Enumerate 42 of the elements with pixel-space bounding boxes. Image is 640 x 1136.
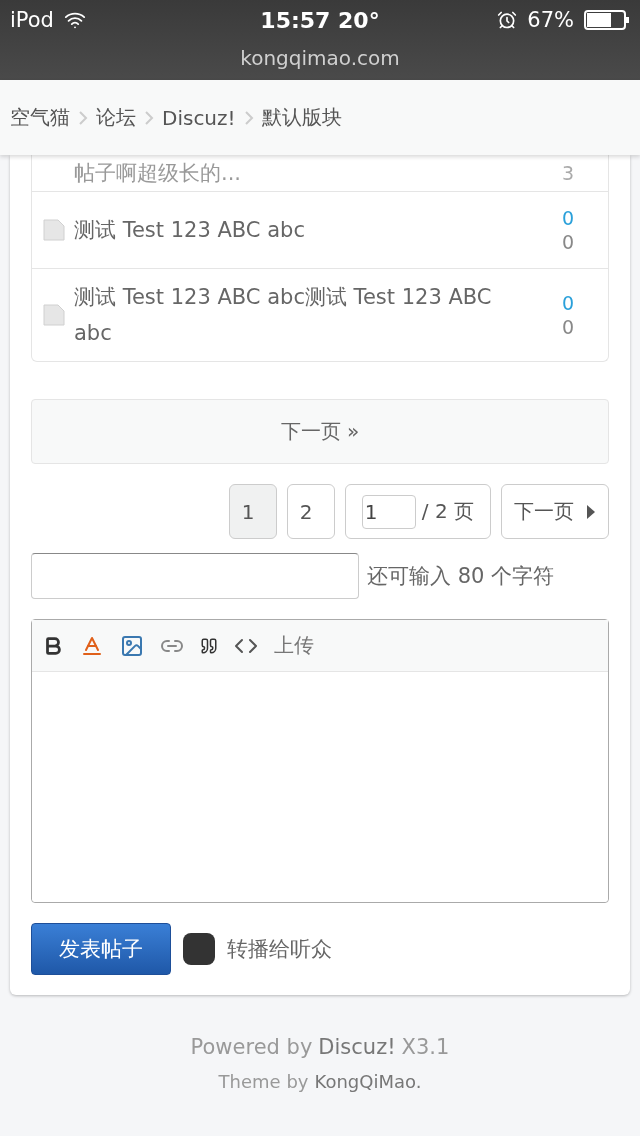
thread-title[interactable]: 测试 Test 123 ABC abc [74,212,524,248]
breadcrumb-link[interactable]: 默认版块 [261,104,342,131]
char-limit-hint: 还可输入 80 个字符 [367,563,555,590]
theme-by-text: Theme by [218,1071,309,1092]
alarm-icon [497,10,518,30]
discuz-link[interactable]: Discuz! [318,1035,396,1059]
submit-button[interactable]: 发表帖子 [31,923,171,975]
page-button[interactable]: 1 [228,484,277,539]
powered-by-text: Powered by [190,1035,313,1059]
chevron-icon [243,109,254,126]
page-total: / 2 页 [421,498,474,525]
chevron-icon [144,109,154,126]
view-count: 0 [561,315,575,339]
next-page-button[interactable]: 下一页 [501,484,609,539]
image-icon[interactable] [120,633,144,658]
reply-count: 0 [561,206,575,230]
broadcast-checkbox[interactable] [183,933,215,965]
theme-author-link[interactable]: KongQiMao. [314,1071,422,1092]
next-page-button[interactable]: 下一页 » [31,399,609,464]
view-count: 0 [561,230,575,254]
status-time: 15:57 20° [260,7,380,33]
breadcrumb-link[interactable]: 空气猫 [10,104,70,131]
view-count: 3 [561,161,575,185]
upload-button[interactable]: 上传 [274,632,314,659]
version-text: X3.1 [401,1035,450,1059]
battery-percent: 67% [527,8,574,32]
page-input[interactable]: 1 [361,494,416,529]
triangle-icon [586,503,596,520]
document-icon [42,303,66,327]
quote-icon[interactable] [200,636,218,655]
thread-title[interactable]: 测试 Test 123 ABC abc测试 Test 123 ABC abc [74,279,524,351]
title-input[interactable] [31,553,359,599]
breadcrumb-link[interactable]: 论坛 [96,104,136,131]
carrier-label: iPod [10,8,54,32]
battery-icon [584,10,630,30]
chevron-icon [78,109,88,126]
breadcrumb-link[interactable]: Discuz! [162,105,236,130]
reply-count: 0 [561,291,575,315]
broadcast-label: 转播给听众 [227,936,332,963]
page-button[interactable]: 2 [286,484,335,539]
document-icon [42,218,66,242]
address-url[interactable]: kongqimao.com [0,40,640,76]
